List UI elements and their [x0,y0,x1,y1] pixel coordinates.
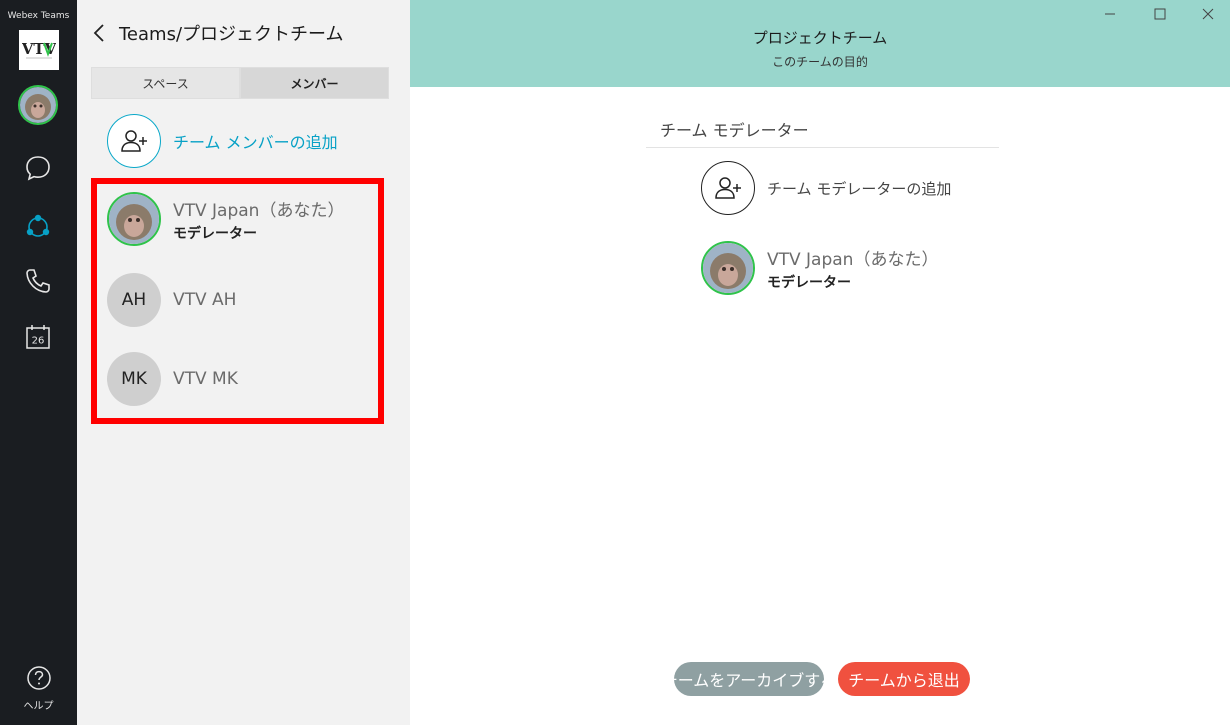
tab-spaces[interactable]: スペース [91,67,240,99]
monkey-photo [109,194,159,244]
team-panel: Teams/プロジェクトチーム スペース メンバー チーム メンバーの追加 VT… [77,0,410,725]
panel-title: Teams/プロジェクトチーム [119,24,344,45]
chat-icon[interactable] [22,152,54,184]
team-banner: プロジェクトチーム このチームの目的 [410,0,1230,87]
team-details: プロジェクトチーム このチームの目的 チーム モデレーター チーム モデレーター… [410,0,1230,725]
user-avatar[interactable] [18,85,58,125]
team-name: プロジェクトチーム [752,29,888,47]
add-member-label: チーム メンバーの追加 [173,133,338,152]
calendar-day: 26 [32,336,45,347]
minimize-icon [1105,13,1115,15]
monkey-photo [20,87,56,123]
add-member-circle [107,114,161,168]
add-moderator-label: チーム モデレーターの追加 [767,179,952,198]
archive-team-button[interactable]: チームをアーカイブする [662,662,836,696]
app-title: Webex Teams [7,11,70,21]
company-logo[interactable]: VTV [19,30,59,70]
help-label: ヘルプ [23,701,54,712]
member-avatar: MK [107,352,161,406]
moderator-item[interactable]: VTV Japan（あなた） モデレーター [701,241,938,295]
member-avatar: AH [107,273,161,327]
moderator-name: VTV Japan（あなた） [767,249,939,270]
leave-team-button[interactable]: チームから退出 [838,662,970,696]
help-button[interactable]: ヘルプ [0,665,77,712]
close-icon [1202,8,1214,20]
help-icon [26,666,51,690]
member-name: VTV MK [173,369,238,389]
teams-icon[interactable] [22,210,54,242]
minimize-button[interactable] [1099,4,1121,24]
member-item[interactable]: AH VTV AH [107,273,236,327]
moderator-avatar [701,241,755,295]
member-item[interactable]: MK VTV MK [107,352,238,406]
member-role: モデレーター [173,225,257,242]
moderator-role: モデレーター [767,274,851,291]
add-person-icon [715,177,741,199]
back-button[interactable] [89,21,109,45]
member-item[interactable]: VTV Japan（あなた） モデレーター [107,192,344,246]
add-person-icon [121,130,147,152]
close-button[interactable] [1197,4,1219,24]
add-moderator-button[interactable]: チーム モデレーターの追加 [701,161,951,215]
panel-tabs: スペース メンバー [91,67,389,99]
calendar-icon[interactable]: 26 [22,321,54,353]
maximize-button[interactable] [1149,4,1171,24]
maximize-icon [1154,8,1166,20]
monkey-photo [703,243,753,293]
panel-header: Teams/プロジェクトチーム [89,18,343,48]
tab-members[interactable]: メンバー [240,67,389,99]
chevron-left-icon [93,24,104,42]
moderators-heading: チーム モデレーター [660,121,809,140]
add-moderator-circle [701,161,755,215]
member-name: VTV Japan（あなた） [173,200,345,221]
navigation-rail: Webex Teams VTV 26 ヘルプ [0,0,77,725]
member-name: VTV AH [173,290,237,310]
add-member-button[interactable]: チーム メンバーの追加 [107,114,338,168]
member-avatar [107,192,161,246]
moderators-section: チーム モデレーター [646,107,999,148]
phone-icon[interactable] [22,265,54,297]
logo-text: VTV [22,40,56,58]
team-purpose: このチームの目的 [772,55,868,69]
